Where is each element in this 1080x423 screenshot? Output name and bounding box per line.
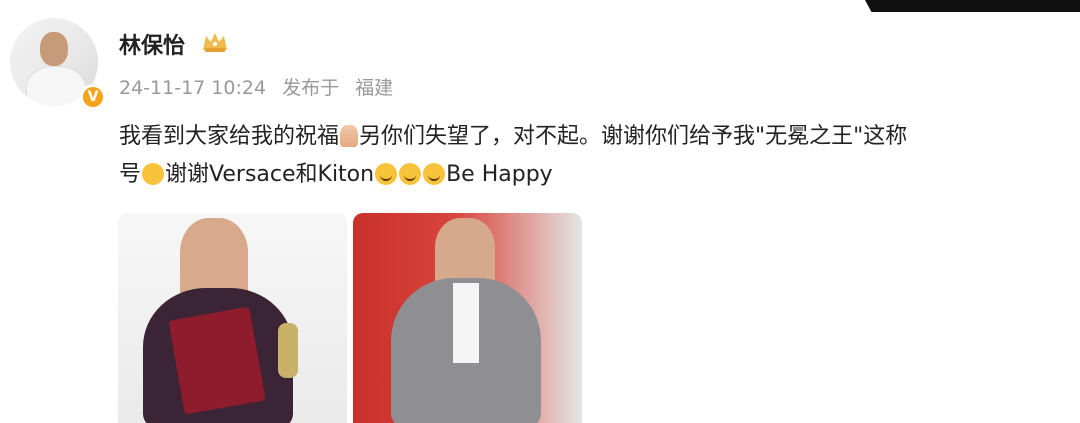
trophy-icon (278, 323, 298, 378)
smile-emoji-icon (375, 163, 398, 185)
avatar[interactable]: V (10, 18, 106, 110)
avatar-face (40, 32, 68, 66)
post-text-line-3: 号 (119, 162, 142, 187)
smile-emoji-icon (423, 163, 446, 185)
post-meta: 24-11-17 10:24 发布于 福建 (119, 73, 403, 100)
award-certificate (168, 306, 266, 415)
crown-badge-icon (203, 33, 227, 52)
avatar-body (26, 66, 86, 106)
post-image-1[interactable] (118, 213, 347, 423)
post-time: 24-11-17 10:24 (119, 77, 267, 99)
post-content: 我看到大家给我的祝福 另你们失望了，对不起。谢谢你们给予我"无冕之王"这称 号谢谢… (119, 118, 1059, 194)
post-username[interactable]: 林保怡 (119, 28, 185, 60)
post-location: 福建 (355, 77, 394, 99)
post-text-line-4: 谢谢Versace和Kiton (165, 162, 375, 187)
published-in-label: 发布于 (282, 77, 340, 99)
post-text-line-5: Be Happy (446, 162, 553, 187)
top-right-strip (865, 0, 1080, 12)
kiss-emoji-icon (142, 163, 165, 185)
post-text-line-2: 另你们失望了，对不起。谢谢你们给予我"无冕之王"这称 (359, 124, 908, 149)
smile-emoji-icon (399, 163, 422, 185)
shirt-front (453, 283, 479, 363)
pray-emoji-icon (340, 125, 359, 147)
post-text-line-1: 我看到大家给我的祝福 (119, 124, 340, 149)
post-image-2[interactable] (353, 213, 582, 423)
verified-badge-icon: V (80, 84, 106, 110)
